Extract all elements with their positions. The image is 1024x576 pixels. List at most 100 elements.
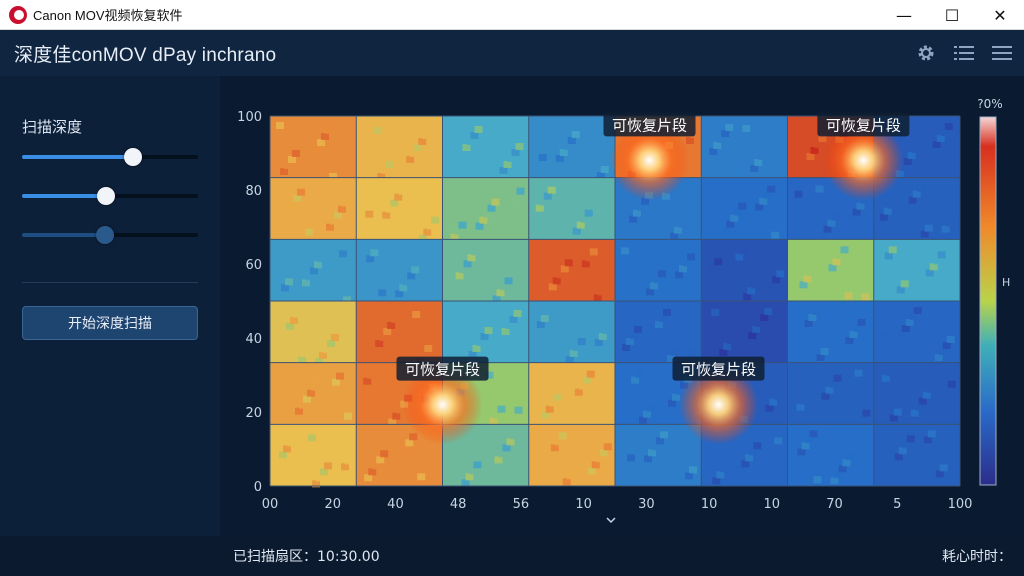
scan-depth-slider-2[interactable] — [22, 186, 198, 206]
maximize-button[interactable]: ☐ — [928, 0, 976, 30]
heatmap-texture — [571, 131, 580, 138]
heatmap-texture — [946, 336, 955, 343]
heatmap-texture — [458, 221, 467, 229]
heatmap-texture — [815, 185, 824, 193]
heatmap-texture — [331, 334, 339, 341]
heatmap-texture — [558, 432, 567, 440]
heatmap-texture — [564, 259, 573, 267]
gear-icon[interactable] — [914, 42, 938, 64]
heatmap-texture — [561, 310, 570, 317]
colorbar-mid-label: H — [1002, 276, 1010, 289]
heatmap-texture — [924, 224, 933, 232]
heatmap-texture — [739, 247, 748, 255]
heatmap-texture — [623, 460, 631, 468]
heatmap-texture — [327, 340, 335, 347]
heatmap-texture — [293, 194, 301, 202]
heatmap-texture — [634, 326, 642, 333]
heatmap-texture — [656, 437, 664, 445]
heatmap-texture — [401, 445, 410, 453]
heatmap-texture — [674, 226, 682, 234]
heatmap-texture — [364, 474, 373, 482]
heatmap-texture — [879, 213, 888, 221]
slider-thumb[interactable] — [123, 148, 142, 166]
heatmap-texture — [602, 327, 611, 334]
heatmap-texture — [462, 144, 471, 151]
heatmap-cell — [356, 301, 443, 363]
heatmap-texture — [552, 277, 561, 285]
minimize-button[interactable]: — — [880, 0, 928, 30]
heatmap-texture — [313, 145, 321, 152]
heatmap-texture — [688, 350, 696, 357]
scan-depth-label: 扫描深度 — [22, 118, 83, 136]
heatmap-texture — [540, 315, 549, 322]
heatmap-texture — [836, 252, 845, 260]
heatmap-texture — [723, 343, 732, 350]
heatmap-texture — [556, 271, 565, 279]
heatmap-texture — [773, 392, 782, 400]
heatmap-texture — [501, 328, 510, 335]
scan-depth-slider-1[interactable] — [22, 147, 198, 167]
heatmap-texture — [336, 372, 344, 380]
slider-thumb[interactable] — [97, 187, 116, 205]
heatmap-texture — [760, 314, 769, 321]
scanned-sectors-status: 已扫描扇区：10:30.00 — [233, 546, 380, 566]
heatmap-texture — [289, 200, 297, 208]
heatmap-texture — [339, 250, 347, 258]
heatmap-texture — [901, 325, 910, 332]
heatmap-texture — [459, 266, 468, 274]
heatmap-texture — [603, 443, 612, 451]
heatmap-texture — [302, 279, 310, 287]
hotspot-label: 可恢复片段 — [405, 361, 480, 379]
heatmap-texture — [538, 154, 547, 161]
heatmap-texture — [581, 260, 590, 268]
heatmap-texture — [510, 432, 519, 440]
heatmap-texture — [650, 282, 658, 290]
heatmap-texture — [286, 323, 294, 330]
heatmap-texture — [679, 265, 687, 273]
close-button[interactable]: ✕ — [976, 0, 1024, 30]
heatmap-texture — [771, 231, 780, 239]
heatmap-texture — [916, 184, 925, 192]
elapsed-label: 耗心时时： — [942, 549, 1012, 565]
start-deep-scan-button[interactable]: 开始深度扫描 — [22, 306, 198, 340]
heatmap-cell — [873, 424, 960, 486]
x-tick-label: 20 — [324, 497, 341, 512]
scan-depth-slider-3[interactable] — [22, 225, 198, 245]
heatmap-texture — [385, 161, 394, 168]
heatmap-texture — [277, 290, 285, 298]
heatmap-texture — [709, 148, 718, 155]
heatmap-texture — [931, 476, 940, 484]
heatmap-texture — [562, 478, 571, 486]
x-tick-label: 48 — [450, 497, 467, 512]
heatmap-texture — [569, 350, 578, 357]
heatmap-texture — [765, 404, 774, 412]
y-tick-label: 60 — [245, 258, 262, 273]
heatmap-texture — [463, 260, 472, 268]
heatmap-texture — [287, 439, 295, 447]
heatmap-texture — [516, 187, 525, 195]
heatmap-texture — [372, 462, 381, 470]
heatmap-texture — [816, 354, 825, 361]
heatmap-texture — [589, 248, 598, 256]
heatmap-texture — [496, 289, 505, 297]
heatmap-texture — [918, 397, 927, 405]
heatmap-texture — [513, 310, 522, 317]
heatmap-texture — [936, 135, 945, 142]
heatmap-texture — [808, 314, 817, 321]
heatmap-texture — [726, 220, 735, 228]
heatmap-texture — [324, 462, 332, 470]
status-bar: 已扫描扇区：10:30.00 耗心时时： — [0, 536, 1024, 576]
heatmap-texture — [330, 217, 338, 225]
slider-thumb[interactable] — [95, 226, 114, 244]
heatmap-texture — [832, 258, 841, 266]
x-tick-label: 10 — [764, 497, 781, 512]
menu-icon[interactable] — [990, 42, 1014, 64]
heatmap-texture — [592, 126, 601, 133]
elapsed-time-status: 耗心时时： — [942, 546, 1012, 566]
heatmap-texture — [314, 261, 322, 269]
app-title: 深度佳conMOV dPay inchrano — [14, 44, 277, 66]
heatmap-texture — [319, 352, 327, 359]
heatmap-texture — [310, 267, 318, 275]
heatmap-texture — [663, 309, 671, 316]
list-icon[interactable] — [952, 42, 976, 64]
